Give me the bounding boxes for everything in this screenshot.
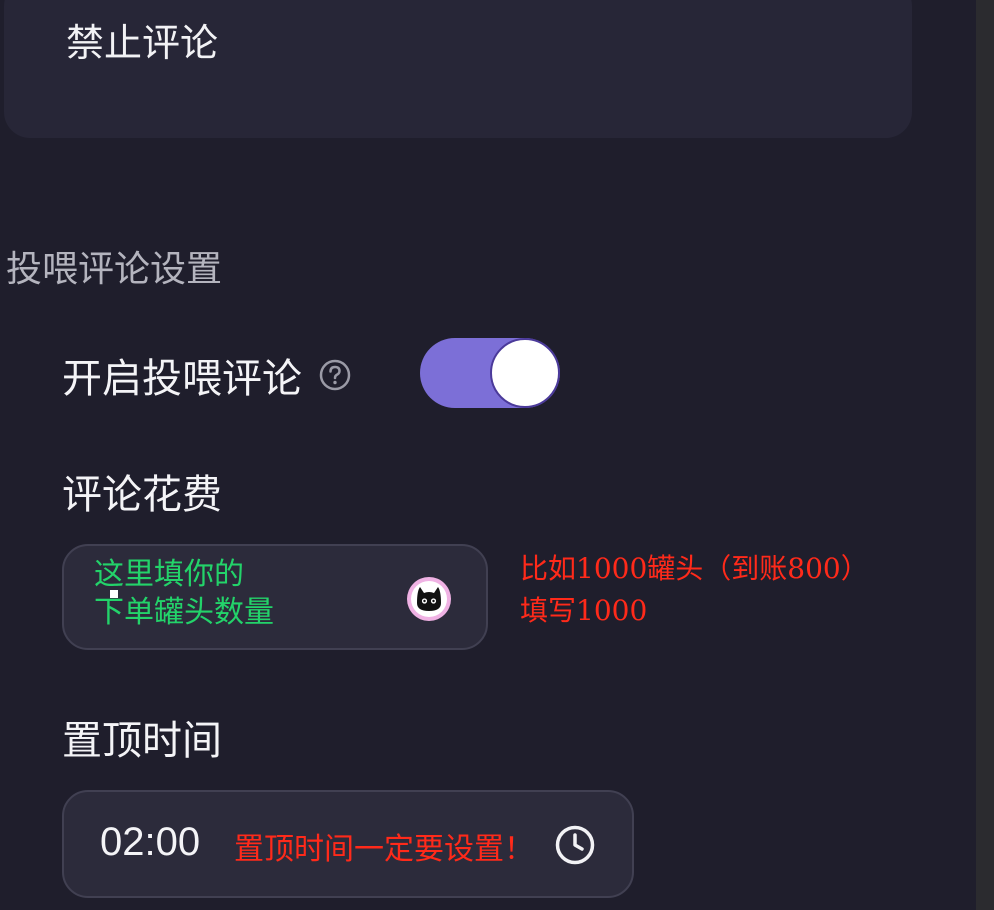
cost-red-annotation-line1: 比如1000罐头（到账800） [520, 552, 869, 585]
enable-feed-comment-row: 开启投喂评论 [62, 345, 352, 405]
pin-time-red-annotation: 置顶时间一定要设置！ [234, 832, 534, 867]
text-cursor-mark [110, 590, 118, 598]
pin-time-label: 置顶时间 [62, 718, 222, 764]
enable-feed-comment-toggle[interactable] [420, 338, 560, 408]
cost-red-annotation-line2: 填写1000 [520, 594, 648, 627]
question-circle-icon[interactable] [318, 358, 352, 392]
disable-comment-card[interactable]: 禁止评论 [4, 0, 912, 138]
cost-input-annotation-line2: 下单罐头数量 [94, 595, 274, 630]
toggle-knob [490, 338, 560, 408]
pin-time-value: 02:00 [100, 820, 201, 864]
comment-cost-input[interactable]: 这里填你的 下单罐头数量 [62, 544, 488, 650]
black-cat-coin-icon [406, 576, 452, 622]
clock-icon[interactable] [554, 824, 596, 866]
enable-feed-comment-label: 开启投喂评论 [62, 356, 302, 402]
feed-comment-settings-header: 投喂评论设置 [6, 249, 223, 290]
pin-time-input[interactable]: 02:00 置顶时间一定要设置！ [62, 790, 634, 898]
scrollbar-track[interactable] [976, 0, 994, 910]
comment-cost-label: 评论花费 [62, 472, 222, 518]
cost-input-annotation-line1: 这里填你的 [94, 557, 244, 592]
cost-input-annotation: 这里填你的 下单罐头数量 [94, 556, 274, 632]
cost-red-annotation: 比如1000罐头（到账800） 填写1000 [520, 548, 869, 632]
disable-comment-label: 禁止评论 [66, 21, 219, 65]
